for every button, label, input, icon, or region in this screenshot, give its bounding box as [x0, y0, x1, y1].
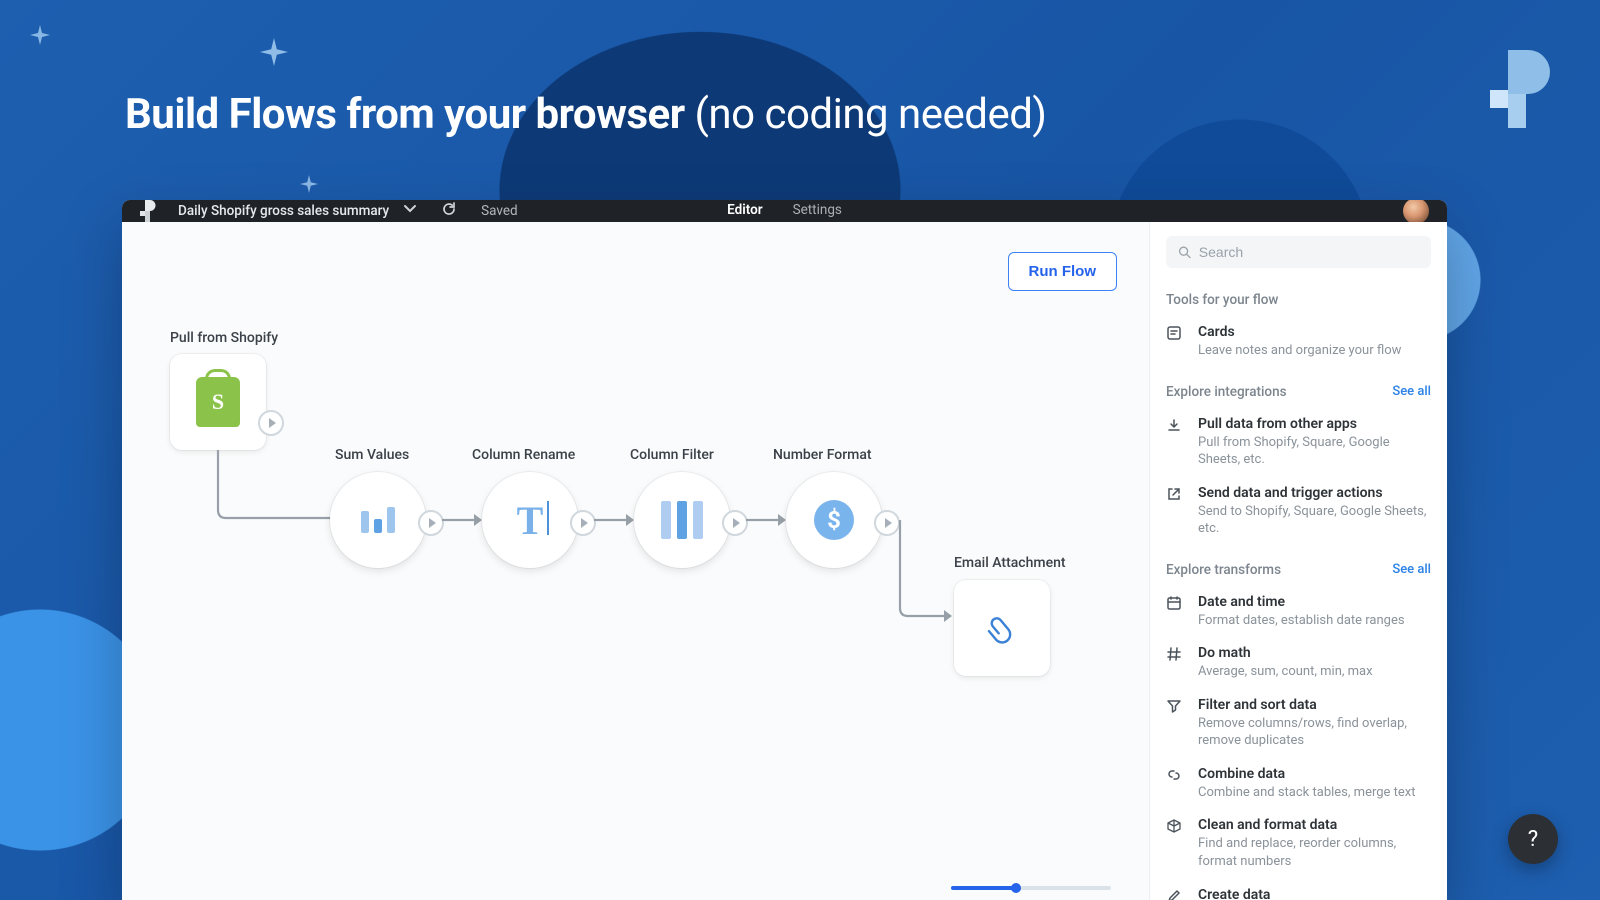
- funnel-icon: [1166, 698, 1184, 750]
- brand-logo-icon[interactable]: [140, 200, 156, 222]
- see-all-transforms[interactable]: See all: [1392, 562, 1431, 577]
- search-input[interactable]: [1166, 236, 1431, 268]
- page-headline: Build Flows from your browser (no coding…: [125, 90, 1047, 139]
- paperclip-icon: [977, 603, 1028, 654]
- search-field[interactable]: [1199, 244, 1419, 260]
- tool-desc: Format dates, establish date ranges: [1198, 612, 1405, 630]
- columns-icon: [661, 501, 703, 539]
- tool-title: Do math: [1198, 645, 1373, 661]
- dollar-icon: $: [814, 500, 854, 540]
- save-status: Saved: [481, 203, 518, 219]
- section-integrations-title: Explore integrations: [1166, 384, 1287, 400]
- connector: [734, 514, 794, 534]
- tool-cards[interactable]: Cards Leave notes and organize your flow: [1166, 324, 1431, 360]
- avatar[interactable]: [1403, 200, 1429, 224]
- node-label-sum: Sum Values: [335, 447, 409, 463]
- hash-icon: [1166, 646, 1184, 681]
- text-icon: T: [517, 497, 544, 544]
- shopify-icon: S: [196, 377, 240, 427]
- header-tabs: Editor Settings: [727, 200, 842, 222]
- run-flow-button[interactable]: Run Flow: [1008, 252, 1118, 291]
- sidebar: Tools for your flow Cards Leave notes an…: [1149, 222, 1447, 900]
- tool-title: Cards: [1198, 324, 1401, 340]
- play-icon[interactable]: [258, 410, 284, 436]
- tool-desc: Leave notes and organize your flow: [1198, 342, 1401, 360]
- tool-clean-format[interactable]: Clean and format data Find and replace, …: [1166, 817, 1431, 870]
- bars-icon: [361, 507, 395, 533]
- question-icon: ?: [1528, 827, 1538, 852]
- node-label-rename: Column Rename: [472, 447, 575, 463]
- node-email-attachment[interactable]: [954, 580, 1050, 676]
- node-column-rename[interactable]: T: [482, 472, 578, 568]
- chevron-down-icon[interactable]: [403, 202, 417, 220]
- tool-desc: Find and replace, reorder columns, forma…: [1198, 835, 1431, 870]
- app-window: Daily Shopify gross sales summary Saved …: [122, 200, 1447, 900]
- refresh-icon[interactable]: [441, 201, 457, 221]
- flow-name[interactable]: Daily Shopify gross sales summary: [178, 203, 389, 219]
- tool-title: Date and time: [1198, 594, 1405, 610]
- tool-date-time[interactable]: Date and time Format dates, establish da…: [1166, 594, 1431, 630]
- tab-settings[interactable]: Settings: [793, 202, 842, 220]
- tool-create-data[interactable]: Create data: [1166, 887, 1431, 900]
- node-pull-shopify[interactable]: S: [170, 354, 266, 450]
- node-label-email: Email Attachment: [954, 555, 1066, 571]
- tool-desc: Combine and stack tables, merge text: [1198, 784, 1416, 802]
- tool-filter-sort[interactable]: Filter and sort data Remove columns/rows…: [1166, 697, 1431, 750]
- tool-title: Create data: [1198, 887, 1270, 900]
- tool-title: Send data and trigger actions: [1198, 485, 1431, 501]
- external-link-icon: [1166, 486, 1184, 538]
- app-header: Daily Shopify gross sales summary Saved …: [122, 200, 1447, 222]
- node-sum-values[interactable]: [330, 472, 426, 568]
- tool-pull-data[interactable]: Pull data from other apps Pull from Shop…: [1166, 416, 1431, 469]
- tool-do-math[interactable]: Do math Average, sum, count, min, max: [1166, 645, 1431, 681]
- node-label-filter: Column Filter: [630, 447, 714, 463]
- tool-title: Filter and sort data: [1198, 697, 1431, 713]
- tool-title: Clean and format data: [1198, 817, 1431, 833]
- see-all-integrations[interactable]: See all: [1392, 384, 1431, 399]
- flow-canvas[interactable]: Run Flow Pull from Shopify S Sum Values: [122, 222, 1149, 900]
- connector: [582, 514, 642, 534]
- node-number-format[interactable]: $: [786, 472, 882, 568]
- tool-title: Combine data: [1198, 766, 1416, 782]
- tab-editor[interactable]: Editor: [727, 202, 762, 220]
- connector: [430, 514, 490, 534]
- card-icon: [1166, 325, 1184, 360]
- download-icon: [1166, 417, 1184, 469]
- tool-desc: Pull from Shopify, Square, Google Sheets…: [1198, 434, 1431, 469]
- section-transforms-title: Explore transforms: [1166, 562, 1281, 578]
- tool-title: Pull data from other apps: [1198, 416, 1431, 432]
- search-icon: [1178, 245, 1191, 259]
- brand-logo-icon: [1490, 50, 1550, 128]
- tool-send-data[interactable]: Send data and trigger actions Send to Sh…: [1166, 485, 1431, 538]
- calendar-icon: [1166, 595, 1184, 630]
- node-label-number: Number Format: [773, 447, 872, 463]
- help-button[interactable]: ?: [1508, 814, 1558, 864]
- link-icon: [1166, 767, 1184, 802]
- headline-strong: Build Flows from your browser: [125, 90, 685, 139]
- node-column-filter[interactable]: [634, 472, 730, 568]
- section-tools-title: Tools for your flow: [1166, 292, 1431, 308]
- node-label-pull: Pull from Shopify: [170, 330, 278, 346]
- headline-light: (no coding needed): [685, 90, 1047, 139]
- cube-icon: [1166, 818, 1184, 870]
- tool-desc: Remove columns/rows, find overlap, remov…: [1198, 715, 1431, 750]
- pencil-icon: [1166, 888, 1184, 900]
- tool-combine[interactable]: Combine data Combine and stack tables, m…: [1166, 766, 1431, 802]
- tool-desc: Average, sum, count, min, max: [1198, 663, 1373, 681]
- tool-desc: Send to Shopify, Square, Google Sheets, …: [1198, 503, 1431, 538]
- horizontal-scrollbar[interactable]: [951, 886, 1111, 890]
